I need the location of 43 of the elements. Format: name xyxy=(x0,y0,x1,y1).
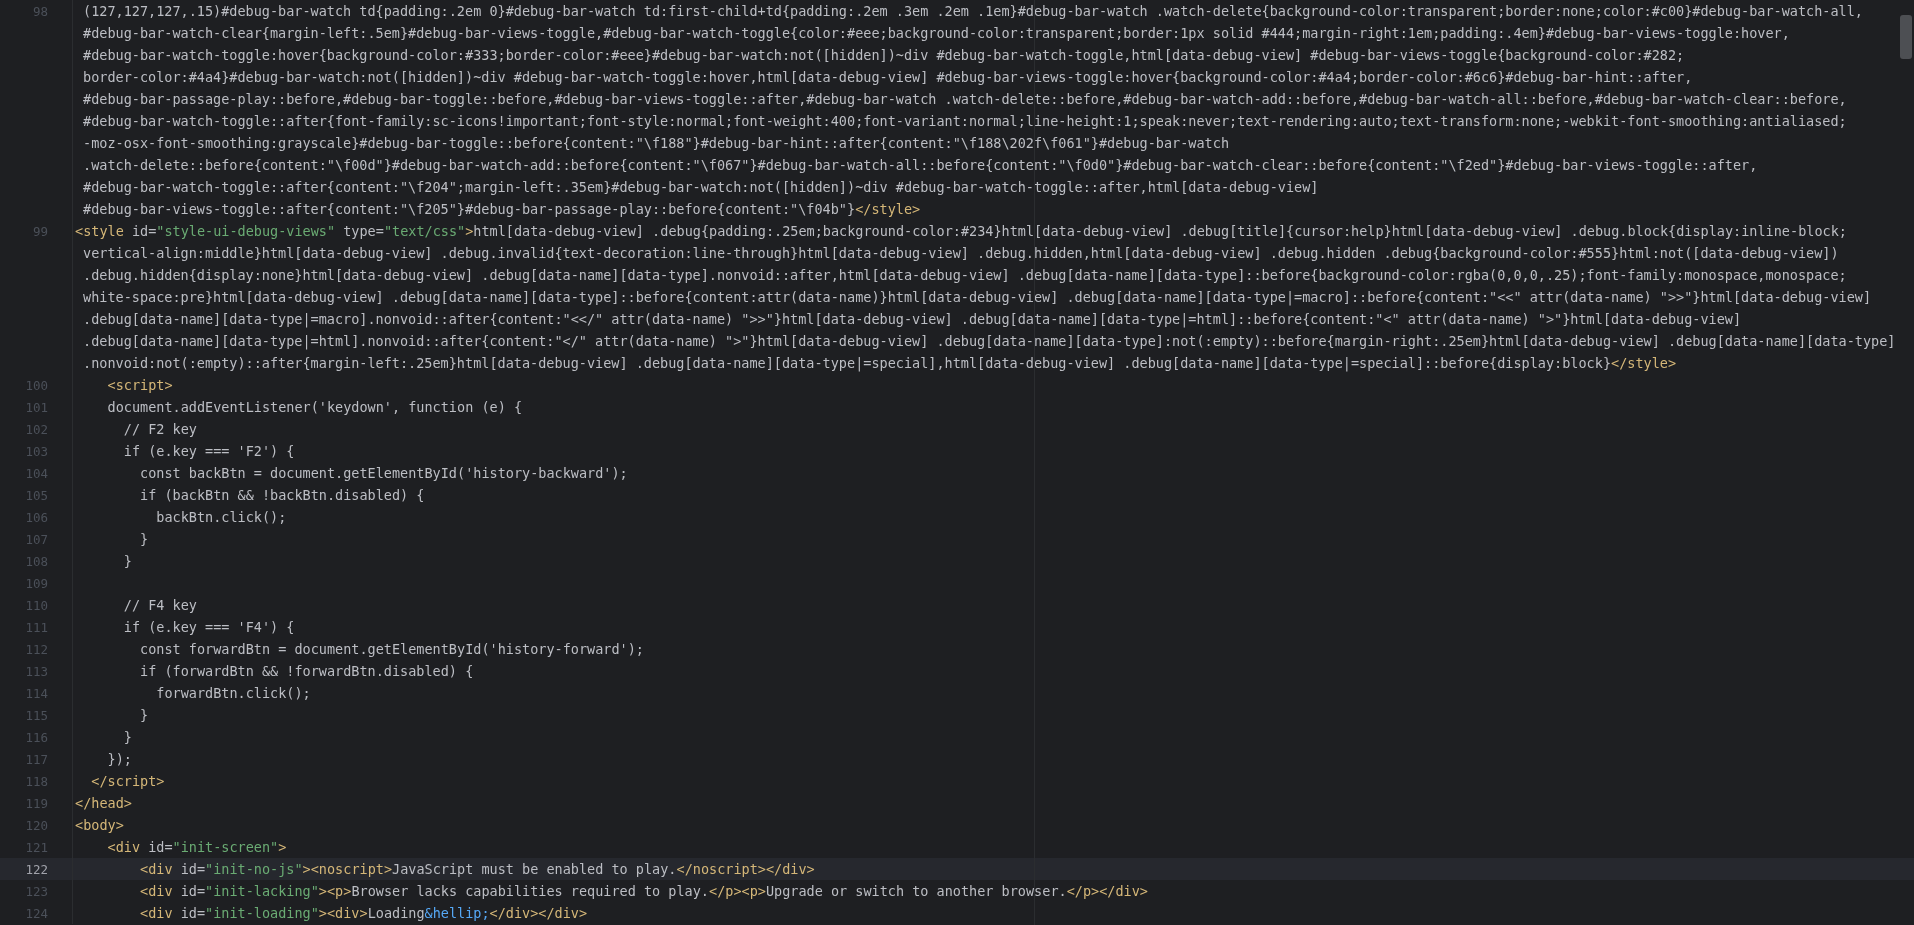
code-line: const backBtn = document.getElementById('history-backward'); xyxy=(139,464,628,483)
code-line: <div id="init-no-js"><noscript>JavaScript must be enabled to play.</noscript></div> xyxy=(139,860,815,879)
code-line: </script> xyxy=(90,772,165,791)
code-line: #debug-bar-watch-toggle::after{font-family:sc-icons!important;font-style:normal;font-weight:400;font-variant:normal;line-height:1;speak:never;text-rendering:auto;text-transform:none;-webkit-font-smoothing:antialiased; xyxy=(82,112,1847,131)
code-line: .debug[data-name][data-type|=macro].nonvoid::after{content:"<</" attr(data-name) ">>"}html[data-debug-view] .debug[data-name][data-type|=html]::before{content:"<" attr(data-name) ">"}html[data-debug-view] xyxy=(82,310,1742,330)
code-line: <style id="style-ui-debug-views" type="text/css">html[data-debug-view] .debug{padding:.25em;background-color:#234}html[data-debug-view] .debug[title]{cursor:help}html[data-debug-view] .debug.block{display:inline-block; xyxy=(75,222,1847,241)
code-line: } xyxy=(122,728,132,747)
code-line: vertical-align:middle}html[data-debug-view] .debug.invalid{text-decoration:line-through}html[data-debug-view] .debug.hidden,html[data-debug-view] .debug.hidden .debug{background-color:#555}html:not([data-debug-view]) xyxy=(82,244,1839,263)
code-line: <div id="init-loading"><div>Loading&hellip;</div></div> xyxy=(139,904,588,923)
code-line: forwardBtn.click(); xyxy=(155,684,311,703)
code-line: } xyxy=(139,706,149,725)
code-line: </head> xyxy=(75,794,132,813)
scrollbar-thumb[interactable] xyxy=(1900,15,1912,59)
code-line: #debug-bar-watch-toggle::after{content:"\f204";margin-left:.35em}#debug-bar-watch:not([hidden])~div #debug-bar-watch-toggle::after,html[data-debug-view] xyxy=(82,178,1319,197)
code-line: -moz-osx-font-smoothing:grayscale}#debug-bar-toggle::before{content:"\f188"}#debug-bar-hint::after{content:"\f188\202f\f061"}#debug-bar-watch xyxy=(82,134,1229,153)
code-line: #debug-bar-views-toggle::after{content:"\f205"}#debug-bar-passage-play::before{content:"\f04b"}</style> xyxy=(82,200,921,219)
code-line: <div id="init-screen"> xyxy=(106,838,287,857)
code-line: #debug-bar-watch-toggle:hover{background-color:#333;border-color:#eee}#debug-bar-watch:not([hidden])~div #debug-bar-watch-toggle,html[data-debug-view] #debug-bar-views-toggle{background-color:#282; xyxy=(82,46,1685,65)
code-line: .nonvoid:not(:empty)::after{margin-left:.25em}html[data-debug-view] .debug[data-name][data-type|=special],html[data-debug-view] .debug[data-name][data-type|=special]::before{display:block}</style> xyxy=(82,354,1677,374)
code-line: if (e.key === 'F4') { xyxy=(122,618,295,637)
code-line: } xyxy=(139,530,149,549)
code-line: backBtn.click(); xyxy=(155,508,287,527)
code-line: (127,127,127,.15)#debug-bar-watch td{padding:.2em 0}#debug-bar-watch td:first-child+td{padding:.2em .3em .2em .1em}#debug-bar-watch .watch-delete{background-color:transparent;border:none;color:#c00}#debug-bar-watch-all, xyxy=(82,2,1863,21)
code-line: #debug-bar-passage-play::before,#debug-bar-toggle::before,#debug-bar-views-toggle::after,#debug-bar-watch .watch-delete::before,#debug-bar-watch-add::before,#debug-bar-watch-all::before,#debug-bar-watch-clear::before, xyxy=(82,90,1847,109)
code-line: } xyxy=(122,552,132,571)
code-line: #debug-bar-watch-clear{margin-left:.5em}#debug-bar-views-toggle,#debug-bar-watch-toggle{color:#eee;background-color:transparent;border:1px solid #444;margin-right:1em;padding:.4em}#debug-bar-views-toggle:hover, xyxy=(82,24,1790,43)
code-line: .debug[data-name][data-type|=html].nonvoid::after{content:"</" attr(data-name) ">"}html[data-debug-view] .debug[data-name][data-type]:not(:empty)::before{margin-right:.25em}html[data-debug-view] .debug[data-name][data-type] xyxy=(82,332,1896,352)
code-line: <div id="init-lacking"><p>Browser lacks capabilities required to play.</p><p>Upgrade or switch to another browser.</p></div> xyxy=(139,882,1148,901)
code-line: // F4 key xyxy=(122,596,197,615)
code-line: if (forwardBtn && !forwardBtn.disabled) { xyxy=(139,662,474,681)
code-line: .debug.hidden{display:none}html[data-debug-view] .debug[data-name][data-type].nonvoid::after,html[data-debug-view] .debug[data-name][data-type]::before{background-color:rgba(0,0,0,.25);font-family:monospace,monospace; xyxy=(82,266,1847,285)
code-line: border-color:#4a4}#debug-bar-watch:not([hidden])~div #debug-bar-watch-toggle:hover,html[data-debug-view] #debug-bar-views-toggle:hover{background-color:#4a4;border-color:#6c6}#debug-bar-hint::after, xyxy=(82,68,1693,87)
code-line: <script> xyxy=(106,376,173,395)
code-line: .watch-delete::before{content:"\f00d"}#debug-bar-watch-add::before{content:"\f067"}#debug-bar-watch-all::before{content:"\f0d0"}#debug-bar-watch-clear::before{content:"\f2ed"}#debug-bar-views-toggle::after, xyxy=(82,156,1758,175)
code-line: if (backBtn && !backBtn.disabled) { xyxy=(139,486,425,505)
code-line: // F2 key xyxy=(122,420,197,439)
code-line: <body> xyxy=(75,816,124,835)
code-line: if (e.key === 'F2') { xyxy=(122,442,295,461)
code-line: document.addEventListener('keydown', function (e) { xyxy=(106,398,523,417)
code-line: }); xyxy=(106,750,132,769)
line-number: 122 xyxy=(25,862,48,877)
code-line: const forwardBtn = document.getElementById('history-forward'); xyxy=(139,640,644,659)
code-line: white-space:pre}html[data-debug-view] .debug[data-name][data-type]::before{content:attr(data-name)}html[data-debug-view] .debug[data-name][data-type|=macro]::before{content:"<<" attr(data-name) ">>"}html[data-debug-view] xyxy=(82,288,1872,308)
